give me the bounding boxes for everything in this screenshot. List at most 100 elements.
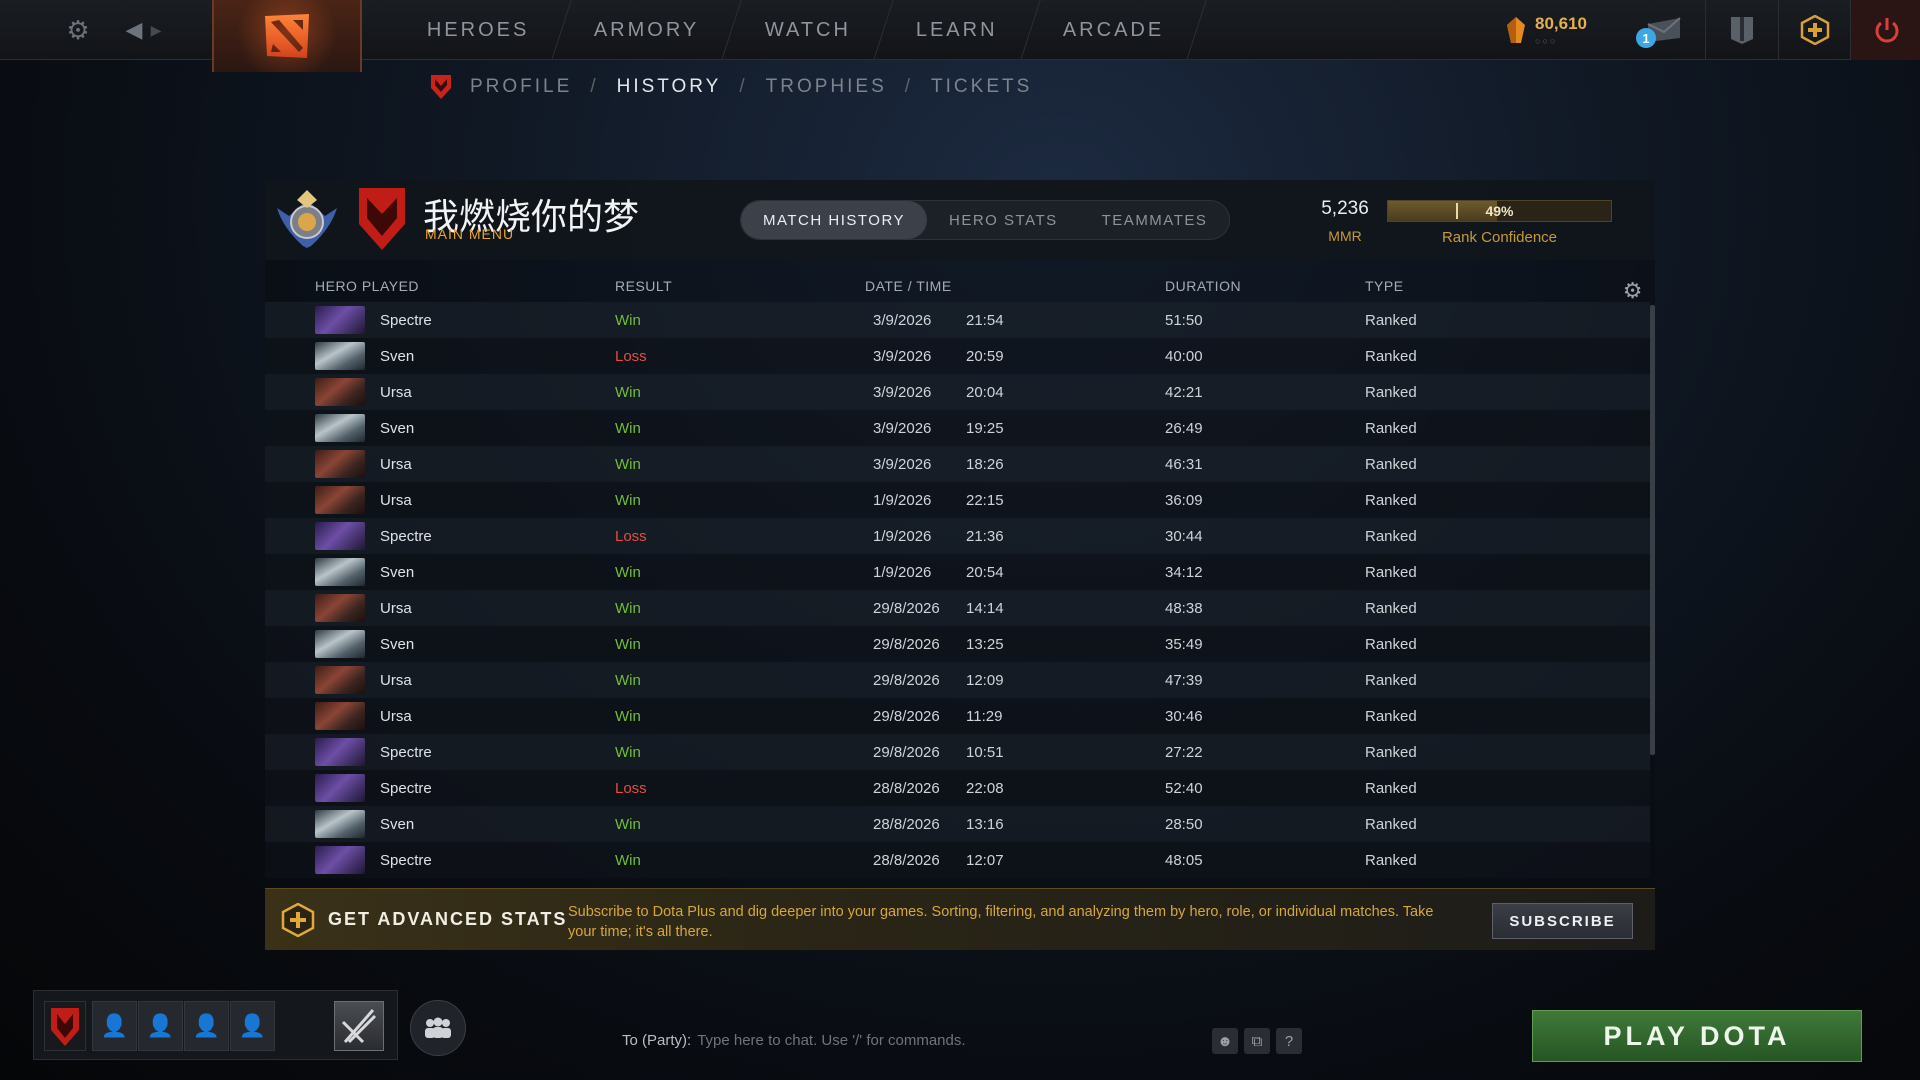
table-row[interactable]: Sven Loss 3/9/2026 20:59 40:00 Ranked	[265, 338, 1650, 374]
match-time: 21:36	[966, 528, 1004, 545]
chat-input[interactable]: To (Party): Type here to chat. Use '/' fo…	[622, 1032, 966, 1049]
col-hero-played[interactable]: HERO PLAYED	[315, 278, 419, 294]
crumb-profile[interactable]: PROFILE	[470, 76, 572, 98]
match-duration: 34:12	[1165, 564, 1203, 581]
chat-placeholder: Type here to chat. Use '/' for commands.	[697, 1032, 966, 1049]
match-date: 28/8/2026	[873, 780, 940, 797]
table-row[interactable]: Sven Win 29/8/2026 13:25 35:49 Ranked	[265, 626, 1650, 662]
hero-name: Spectre	[380, 528, 432, 545]
match-type: Ranked	[1365, 852, 1417, 869]
mmr-block: 5,236 MMR	[1300, 198, 1390, 244]
table-row[interactable]: Ursa Win 29/8/2026 14:14 48:38 Ranked	[265, 590, 1650, 626]
hero-name: Sven	[380, 420, 415, 437]
table-row[interactable]: Ursa Win 3/9/2026 18:26 46:31 Ranked	[265, 446, 1650, 482]
party-slot-empty[interactable]: 👤	[92, 1001, 137, 1051]
match-time: 20:54	[966, 564, 1004, 581]
table-row[interactable]: Ursa Win 1/9/2026 22:15 36:09 Ranked	[265, 482, 1650, 518]
table-row[interactable]: Sven Win 3/9/2026 19:25 26:49 Ranked	[265, 410, 1650, 446]
party-slot-empty[interactable]: 👤	[138, 1001, 183, 1051]
table-row[interactable]: Sven Win 1/9/2026 20:54 34:12 Ranked	[265, 554, 1650, 590]
dota-logo-home-button[interactable]	[212, 0, 362, 72]
nav-armory[interactable]: ARMORY	[552, 0, 743, 60]
forward-arrow-icon[interactable]: ▶	[140, 14, 172, 46]
profile-subtitle[interactable]: MAIN MENU	[425, 226, 514, 242]
match-duration: 36:09	[1165, 492, 1203, 509]
table-row[interactable]: Spectre Loss 28/8/2026 22:08 52:40 Ranked	[265, 770, 1650, 806]
col-date-time[interactable]: DATE / TIME	[865, 278, 952, 294]
crumb-separator: /	[904, 76, 914, 97]
match-time: 11:29	[966, 708, 1003, 725]
subscribe-button[interactable]: SUBSCRIBE	[1492, 903, 1633, 939]
match-list: Spectre Win 3/9/2026 21:54 51:50 Ranked Sven Lo…	[265, 302, 1655, 884]
table-row[interactable]: Ursa Win 29/8/2026 11:29 30:46 Ranked	[265, 698, 1650, 734]
match-duration: 26:49	[1165, 420, 1203, 437]
hero-portrait	[315, 774, 365, 802]
battle-cup-button[interactable]	[334, 1001, 384, 1051]
nav-arcade[interactable]: ARCADE	[1020, 0, 1207, 60]
armory-shortcut-button[interactable]	[1705, 0, 1777, 60]
match-date: 3/9/2026	[873, 312, 932, 329]
col-type[interactable]: TYPE	[1365, 278, 1404, 294]
tab-match-history[interactable]: MATCH HISTORY	[741, 201, 928, 239]
table-row[interactable]: Spectre Win 3/9/2026 21:54 51:50 Ranked	[265, 302, 1650, 338]
match-list-scrollbar[interactable]	[1650, 305, 1655, 755]
plus-title: GET ADVANCED STATS	[328, 909, 568, 929]
crumb-tickets[interactable]: TICKETS	[931, 76, 1032, 98]
hero-portrait	[315, 558, 365, 586]
chat-wheel-icon[interactable]: ⧉	[1244, 1028, 1270, 1054]
match-type: Ranked	[1365, 564, 1417, 581]
table-row[interactable]: Ursa Win 29/8/2026 12:09 47:39 Ranked	[265, 662, 1650, 698]
rank-confidence-bar: 49%	[1387, 200, 1612, 222]
power-button[interactable]	[1850, 0, 1920, 60]
crumb-trophies[interactable]: TROPHIES	[766, 76, 887, 98]
party-slot-empty[interactable]: 👤	[230, 1001, 275, 1051]
emoticon-icon[interactable]: ☻	[1212, 1028, 1238, 1054]
match-result: Win	[615, 312, 641, 329]
table-row[interactable]: Spectre Win 29/8/2026 10:51 27:22 Ranked	[265, 734, 1650, 770]
friends-button[interactable]	[410, 1000, 466, 1056]
help-icon[interactable]: ?	[1276, 1028, 1302, 1054]
crumb-history[interactable]: HISTORY	[617, 76, 722, 98]
col-duration[interactable]: DURATION	[1165, 278, 1241, 294]
table-row[interactable]: Sven Win 28/8/2026 13:16 28:50 Ranked	[265, 806, 1650, 842]
nav-heroes[interactable]: HEROES	[385, 0, 573, 60]
play-dota-button[interactable]: PLAY DOTA	[1532, 1010, 1862, 1062]
settings-gear-icon[interactable]: ⚙	[62, 14, 94, 46]
hero-name: Spectre	[380, 312, 432, 329]
match-result: Win	[615, 420, 641, 437]
match-time: 22:15	[966, 492, 1004, 509]
party-slot-empty[interactable]: 👤	[184, 1001, 229, 1051]
party-bar: 👤 👤 👤 👤	[33, 990, 398, 1060]
table-row[interactable]: Ursa Win 3/9/2026 20:04 42:21 Ranked	[265, 374, 1650, 410]
notification-badge: 1	[1636, 28, 1656, 48]
table-row[interactable]: Spectre Loss 1/9/2026 21:36 30:44 Ranked	[265, 518, 1650, 554]
match-result: Loss	[615, 780, 647, 797]
shards-currency[interactable]: 80,610 ○○○	[1505, 14, 1587, 46]
match-date: 29/8/2026	[873, 672, 940, 689]
match-time: 14:14	[966, 600, 1004, 617]
match-type: Ranked	[1365, 456, 1417, 473]
hero-portrait	[315, 846, 365, 874]
chat-target-label: To (Party):	[622, 1032, 692, 1049]
nav-learn[interactable]: LEARN	[874, 0, 1041, 60]
party-leader-slot[interactable]	[44, 1001, 86, 1051]
table-settings-gear-icon[interactable]: ⚙	[1623, 278, 1643, 304]
tab-hero-stats[interactable]: HERO STATS	[927, 201, 1080, 239]
nav-watch[interactable]: WATCH	[723, 0, 894, 60]
match-time: 19:25	[966, 420, 1004, 437]
hero-portrait	[315, 738, 365, 766]
match-result: Win	[615, 852, 641, 869]
match-result: Win	[615, 564, 641, 581]
dota-plus-button[interactable]	[1778, 0, 1850, 60]
hero-portrait	[315, 522, 365, 550]
table-row[interactable]: Spectre Win 28/8/2026 12:07 48:05 Ranked	[265, 842, 1650, 878]
shard-icon	[1507, 17, 1525, 43]
tab-teammates[interactable]: TEAMMATES	[1080, 201, 1230, 239]
col-result[interactable]: RESULT	[615, 278, 672, 294]
notifications-button[interactable]: 1	[1628, 0, 1700, 60]
hero-portrait	[315, 630, 365, 658]
match-date: 28/8/2026	[873, 816, 940, 833]
hero-name: Ursa	[380, 600, 412, 617]
rank-confidence-percent: 49%	[1485, 203, 1514, 219]
person-icon: 👤	[238, 1013, 267, 1038]
